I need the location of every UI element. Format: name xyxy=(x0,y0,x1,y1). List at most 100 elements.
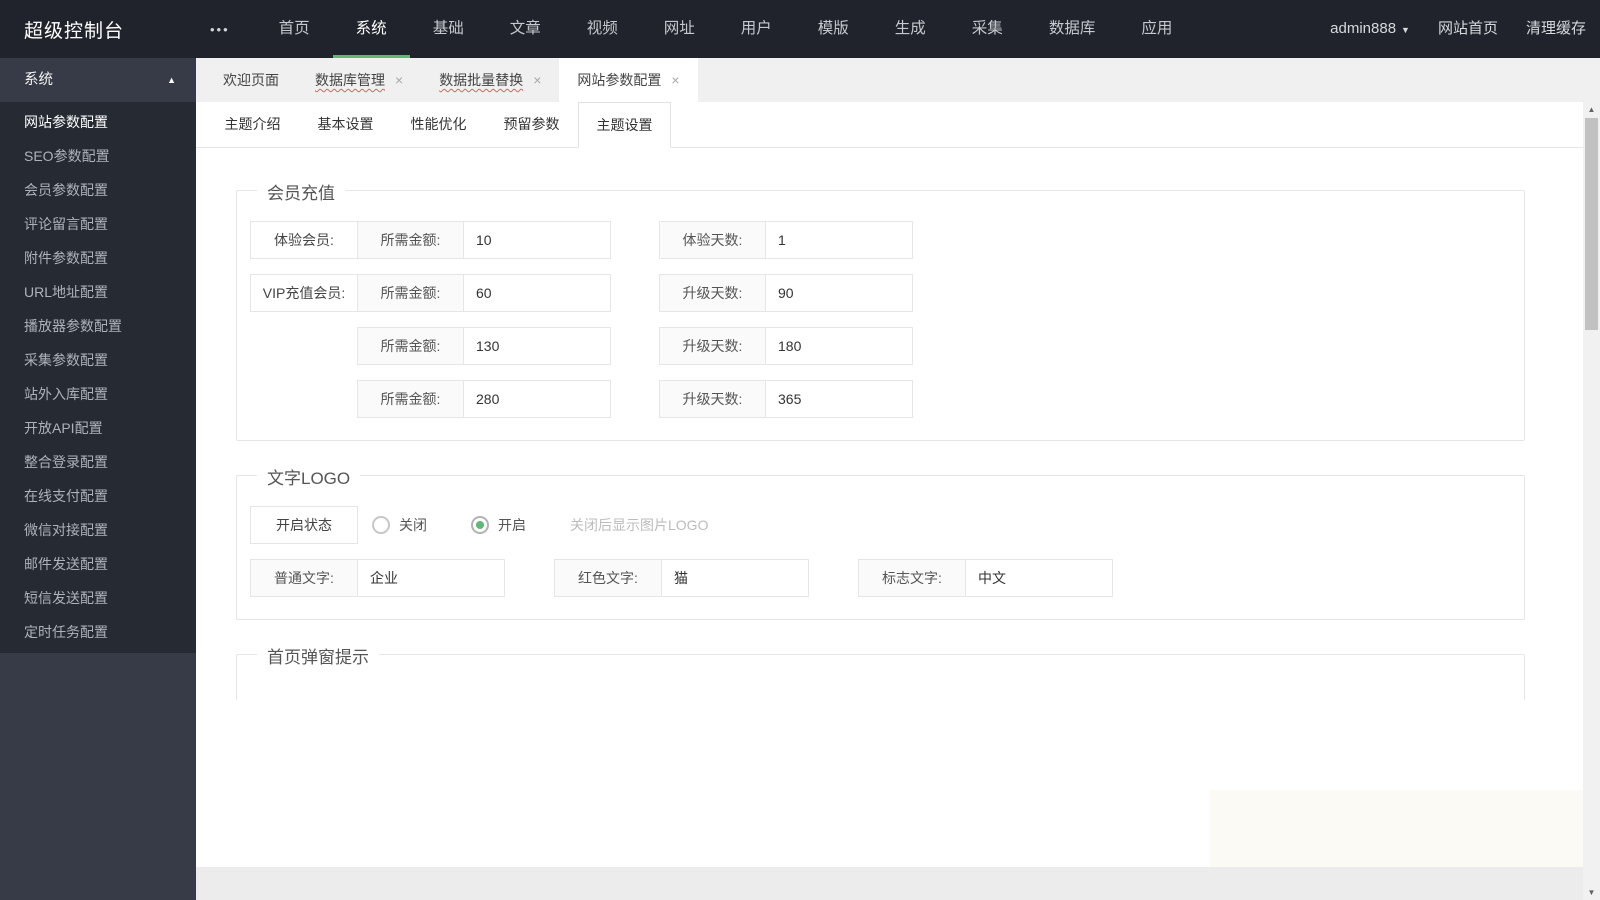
sidebar-item-wechat[interactable]: 微信对接配置 xyxy=(0,513,196,547)
text-logo-legend: 文字LOGO xyxy=(257,464,361,489)
tab-database-manage-label: 数据库管理 xyxy=(315,72,385,88)
nav-item-url[interactable]: 网址 xyxy=(641,0,718,58)
nav-item-article[interactable]: 文章 xyxy=(487,0,564,58)
form-area: 会员充值 体验会员: 所需金额: 体验天数: VIP充值会员: 所需金额: xyxy=(196,148,1583,700)
days-input-4[interactable] xyxy=(766,381,912,417)
tab-batch-replace[interactable]: 数据批量替换 × xyxy=(421,58,559,102)
nav-item-app[interactable]: 应用 xyxy=(1118,0,1195,58)
amount-label-3: 所需金额: xyxy=(358,328,464,364)
mark-text-label: 标志文字: xyxy=(859,560,966,596)
tab-welcome[interactable]: 欢迎页面 xyxy=(205,58,297,102)
days-group-1: 体验天数: xyxy=(659,221,913,259)
nav-item-template[interactable]: 模版 xyxy=(795,0,872,58)
scroll-down-icon[interactable]: ▼ xyxy=(1583,885,1600,900)
more-menu-icon[interactable]: ••• xyxy=(210,22,230,37)
nav-item-system[interactable]: 系统 xyxy=(332,0,410,58)
tab-database-manage[interactable]: 数据库管理 × xyxy=(297,58,421,102)
sidebar-item-cron[interactable]: 定时任务配置 xyxy=(0,615,196,649)
nav-item-database[interactable]: 数据库 xyxy=(1026,0,1119,58)
radio-off-label: 关闭 xyxy=(399,517,427,533)
nav-item-generate[interactable]: 生成 xyxy=(872,0,949,58)
tab-site-params[interactable]: 网站参数配置 × xyxy=(559,58,698,102)
normal-text-input[interactable] xyxy=(358,560,504,596)
amount-label-4: 所需金额: xyxy=(358,381,464,417)
close-icon[interactable]: × xyxy=(395,73,403,87)
amount-group-4: 所需金额: xyxy=(357,380,611,418)
subtab-theme-intro[interactable]: 主题介绍 xyxy=(206,102,299,147)
site-home-link[interactable]: 网站首页 xyxy=(1424,0,1512,58)
sidebar-item-member-params[interactable]: 会员参数配置 xyxy=(0,173,196,207)
days-input-3[interactable] xyxy=(766,328,912,364)
amount-label-1: 所需金额: xyxy=(358,222,464,258)
nav-item-video[interactable]: 视频 xyxy=(564,0,641,58)
subtab-basic-settings[interactable]: 基本设置 xyxy=(299,102,392,147)
sidebar-item-attachment-params[interactable]: 附件参数配置 xyxy=(0,241,196,275)
sidebar-item-open-api[interactable]: 开放API配置 xyxy=(0,411,196,445)
tab-batch-replace-label: 数据批量替换 xyxy=(439,72,524,88)
days-label-3: 升级天数: xyxy=(660,328,766,364)
member-recharge-section: 会员充值 体验会员: 所需金额: 体验天数: VIP充值会员: 所需金额: xyxy=(236,179,1525,441)
clear-cache-link[interactable]: 清理缓存 xyxy=(1512,0,1600,58)
vip-member-label: VIP充值会员: xyxy=(250,274,358,312)
mark-text-group: 标志文字: xyxy=(858,559,1113,597)
homepage-popup-legend: 首页弹窗提示 xyxy=(257,643,379,668)
amount-input-2[interactable] xyxy=(464,275,610,311)
sidebar-item-url-config[interactable]: URL地址配置 xyxy=(0,275,196,309)
nav-item-collect[interactable]: 采集 xyxy=(949,0,1026,58)
sidebar-item-comment-config[interactable]: 评论留言配置 xyxy=(0,207,196,241)
scrollbar-thumb[interactable] xyxy=(1585,118,1598,330)
nav-item-user[interactable]: 用户 xyxy=(718,0,795,58)
member-recharge-legend: 会员充值 xyxy=(257,179,345,204)
red-text-group: 红色文字: xyxy=(554,559,809,597)
sidebar-item-site-params[interactable]: 网站参数配置 xyxy=(0,105,196,139)
sidebar-group-label: 系统 xyxy=(24,72,53,88)
subtab-performance[interactable]: 性能优化 xyxy=(392,102,485,147)
user-dropdown[interactable]: admin888 ▼ xyxy=(1316,0,1424,59)
scroll-up-icon[interactable]: ▲ xyxy=(1583,102,1600,117)
red-text-input[interactable] xyxy=(662,560,808,596)
radio-on-circle-icon xyxy=(471,516,489,534)
amount-group-3: 所需金额: xyxy=(357,327,611,365)
amount-label-2: 所需金额: xyxy=(358,275,464,311)
trial-member-label: 体验会员: xyxy=(250,221,358,259)
radio-on-label: 开启 xyxy=(498,517,526,533)
days-label-4: 升级天数: xyxy=(660,381,766,417)
nav-item-home[interactable]: 首页 xyxy=(256,0,333,58)
close-icon[interactable]: × xyxy=(671,73,679,87)
app-title: 超级控制台 xyxy=(24,20,125,42)
member-row-4: 所需金额: 升级天数: xyxy=(250,380,1524,418)
amount-input-4[interactable] xyxy=(464,381,610,417)
header-right: admin888 ▼ 网站首页 清理缓存 xyxy=(1316,0,1600,58)
subtab-bar: 主题介绍 基本设置 性能优化 预留参数 主题设置 xyxy=(196,102,1583,148)
sidebar: 系统 ▲ 网站参数配置 SEO参数配置 会员参数配置 评论留言配置 附件参数配置… xyxy=(0,58,196,900)
normal-text-label: 普通文字: xyxy=(251,560,358,596)
text-logo-section: 文字LOGO 开启状态 关闭 开启 关闭后显示图片LOGO 普通文字: 企业 红… xyxy=(236,464,1525,620)
days-group-2: 升级天数: xyxy=(659,274,913,312)
mark-text-input[interactable] xyxy=(966,560,1112,596)
close-icon[interactable]: × xyxy=(533,73,541,87)
collapse-arrow-icon: ▲ xyxy=(167,75,176,85)
days-input-1[interactable] xyxy=(766,222,912,258)
sidebar-group-system[interactable]: 系统 ▲ xyxy=(0,58,196,102)
subtab-reserved-params[interactable]: 预留参数 xyxy=(485,102,578,147)
nav-item-basic[interactable]: 基础 xyxy=(410,0,487,58)
sidebar-item-player-params[interactable]: 播放器参数配置 xyxy=(0,309,196,343)
sidebar-item-collect-params[interactable]: 采集参数配置 xyxy=(0,343,196,377)
content-tabbar: 欢迎页面 数据库管理 × 数据批量替换 × 网站参数配置 × xyxy=(196,58,1600,102)
sidebar-item-online-payment[interactable]: 在线支付配置 xyxy=(0,479,196,513)
vertical-scrollbar[interactable]: ▲ ▼ xyxy=(1583,102,1600,900)
radio-off[interactable]: 关闭 xyxy=(372,506,427,544)
sidebar-item-sms[interactable]: 短信发送配置 xyxy=(0,581,196,615)
radio-on[interactable]: 开启 xyxy=(471,506,526,544)
sidebar-item-integrated-login[interactable]: 整合登录配置 xyxy=(0,445,196,479)
sidebar-item-email[interactable]: 邮件发送配置 xyxy=(0,547,196,581)
amount-input-3[interactable] xyxy=(464,328,610,364)
sidebar-item-seo-params[interactable]: SEO参数配置 xyxy=(0,139,196,173)
sidebar-item-external-storage[interactable]: 站外入库配置 xyxy=(0,377,196,411)
days-input-2[interactable] xyxy=(766,275,912,311)
homepage-popup-section: 首页弹窗提示 xyxy=(236,643,1525,700)
subtab-theme-settings[interactable]: 主题设置 xyxy=(578,102,671,148)
top-nav: 首页 系统 基础 文章 视频 网址 用户 模版 生成 采集 数据库 应用 xyxy=(256,0,1196,58)
amount-input-1[interactable] xyxy=(464,222,610,258)
logo-status-row: 开启状态 关闭 开启 关闭后显示图片LOGO xyxy=(250,506,1524,544)
